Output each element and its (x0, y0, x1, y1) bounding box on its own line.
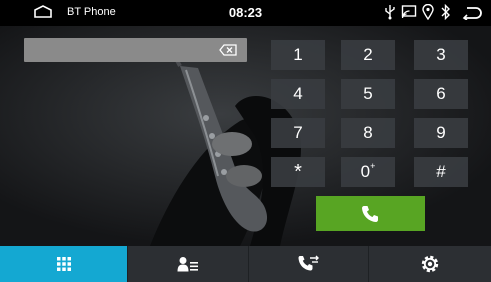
clock: 08:23 (228, 5, 263, 20)
settings-icon (421, 255, 439, 273)
keypad-key-0-label: 0 (360, 162, 371, 181)
keypad-key-0-plus: + (370, 161, 376, 171)
keypad-key-1[interactable]: 1 (271, 40, 325, 70)
keypad-key-star[interactable]: * (271, 157, 325, 187)
phone-number-input[interactable] (24, 38, 247, 62)
usb-icon (385, 5, 395, 20)
keypad-key-hash[interactable]: # (414, 157, 468, 187)
bluetooth-icon (441, 4, 450, 20)
backspace-icon[interactable] (219, 44, 237, 56)
keypad-key-5[interactable]: 5 (341, 79, 395, 109)
status-bar: BT Phone 08:23 (0, 0, 491, 26)
tab-keypad[interactable] (0, 246, 128, 282)
tab-call-log[interactable] (249, 246, 369, 282)
keypad-key-3[interactable]: 3 (414, 40, 468, 70)
keypad-key-4[interactable]: 4 (271, 79, 325, 109)
tab-settings[interactable] (369, 246, 491, 282)
keypad-key-8[interactable]: 8 (341, 118, 395, 148)
screen-mirror-icon (401, 5, 417, 19)
keypad-key-2[interactable]: 2 (341, 40, 395, 70)
keypad-key-9[interactable]: 9 (414, 118, 468, 148)
tab-contacts[interactable] (128, 246, 249, 282)
bottom-nav (0, 246, 491, 282)
back-icon[interactable] (462, 6, 482, 20)
call-button[interactable] (316, 196, 425, 231)
keypad-key-7[interactable]: 7 (271, 118, 325, 148)
call-log-icon (298, 255, 319, 271)
contacts-icon (177, 257, 198, 272)
phone-handset-icon (362, 206, 378, 222)
keypad-key-0[interactable]: 0+ (341, 157, 395, 187)
keypad-icon (56, 257, 71, 271)
keypad-key-6[interactable]: 6 (414, 79, 468, 109)
location-icon (422, 4, 434, 20)
